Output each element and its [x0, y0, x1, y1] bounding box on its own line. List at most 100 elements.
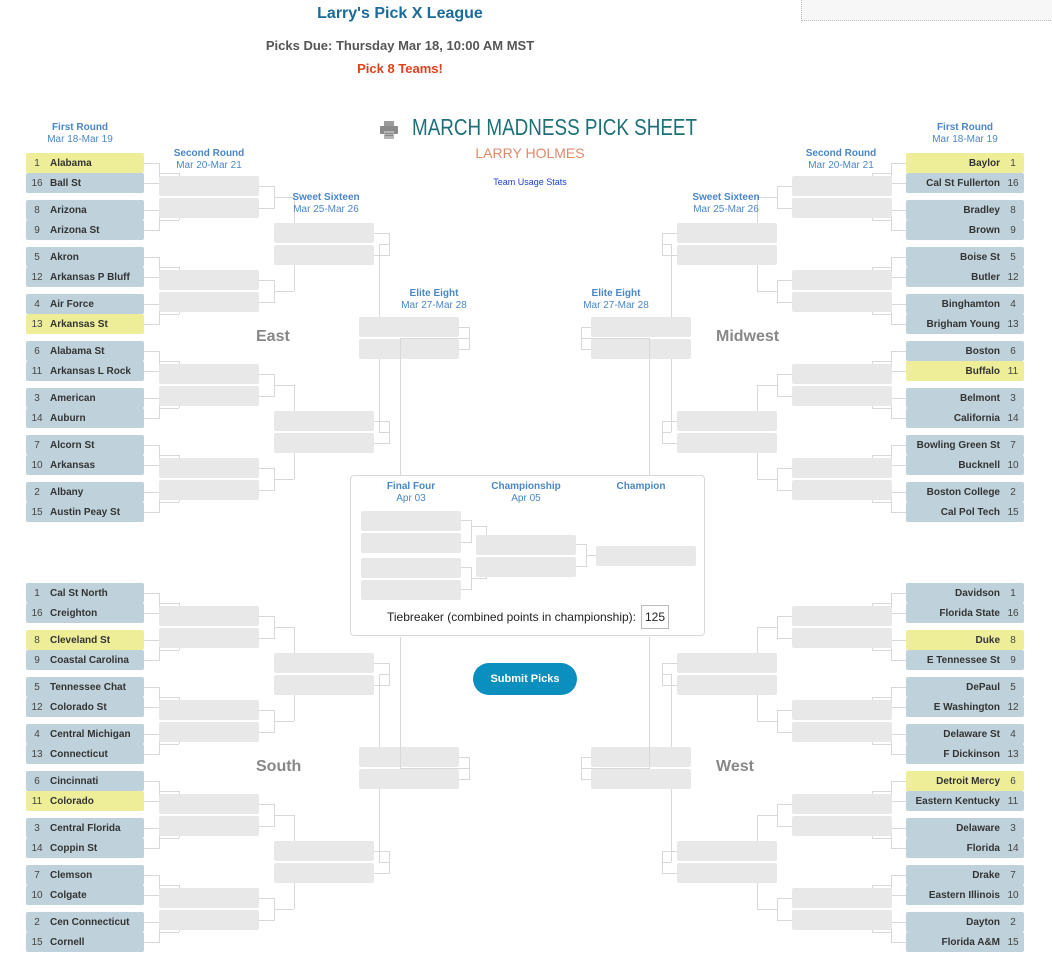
team-entry[interactable]: 13 Arkansas St: [26, 314, 144, 334]
team-entry[interactable]: Buffalo 11: [906, 361, 1024, 381]
team-entry[interactable]: 9 Arizona St: [26, 220, 144, 240]
team-entry[interactable]: Delaware St 4: [906, 724, 1024, 744]
elite-eight-slot[interactable]: [359, 747, 459, 767]
team-entry[interactable]: F Dickinson 13: [906, 744, 1024, 764]
second-round-slot[interactable]: [792, 794, 892, 814]
team-entry[interactable]: DePaul 5: [906, 677, 1024, 697]
second-round-slot[interactable]: [159, 292, 259, 312]
team-entry[interactable]: Duke 8: [906, 630, 1024, 650]
team-entry[interactable]: 5 Tennessee Chat: [26, 677, 144, 697]
team-entry[interactable]: Bowling Green St 7: [906, 435, 1024, 455]
team-entry[interactable]: Drake 7: [906, 865, 1024, 885]
second-round-slot[interactable]: [159, 270, 259, 290]
elite-eight-slot[interactable]: [591, 317, 691, 337]
team-entry[interactable]: Delaware 3: [906, 818, 1024, 838]
second-round-slot[interactable]: [159, 722, 259, 742]
team-entry[interactable]: E Washington 12: [906, 697, 1024, 717]
team-entry[interactable]: 15 Cornell: [26, 932, 144, 952]
second-round-slot[interactable]: [792, 176, 892, 196]
team-entry[interactable]: Cal St Fullerton 16: [906, 173, 1024, 193]
second-round-slot[interactable]: [792, 628, 892, 648]
team-entry[interactable]: 3 Central Florida: [26, 818, 144, 838]
sweet-sixteen-slot[interactable]: [274, 653, 374, 673]
team-entry[interactable]: Bucknell 10: [906, 455, 1024, 475]
team-entry[interactable]: 1 Cal St North: [26, 583, 144, 603]
elite-eight-slot[interactable]: [591, 769, 691, 789]
sweet-sixteen-slot[interactable]: [274, 411, 374, 431]
team-entry[interactable]: Davidson 1: [906, 583, 1024, 603]
sweet-sixteen-slot[interactable]: [274, 245, 374, 265]
sweet-sixteen-slot[interactable]: [677, 411, 777, 431]
team-entry[interactable]: Florida A&M 15: [906, 932, 1024, 952]
elite-eight-slot[interactable]: [591, 747, 691, 767]
second-round-slot[interactable]: [792, 910, 892, 930]
team-entry[interactable]: 1 Alabama: [26, 153, 144, 173]
team-entry[interactable]: 8 Cleveland St: [26, 630, 144, 650]
sweet-sixteen-slot[interactable]: [677, 675, 777, 695]
sweet-sixteen-slot[interactable]: [274, 223, 374, 243]
sweet-sixteen-slot[interactable]: [274, 433, 374, 453]
second-round-slot[interactable]: [792, 888, 892, 908]
second-round-slot[interactable]: [792, 198, 892, 218]
team-entry[interactable]: 12 Arkansas P Bluff: [26, 267, 144, 287]
team-entry[interactable]: 6 Cincinnati: [26, 771, 144, 791]
team-entry[interactable]: 3 American: [26, 388, 144, 408]
team-entry[interactable]: 12 Colorado St: [26, 697, 144, 717]
second-round-slot[interactable]: [159, 480, 259, 500]
team-entry[interactable]: Eastern Kentucky 11: [906, 791, 1024, 811]
second-round-slot[interactable]: [159, 364, 259, 384]
team-entry[interactable]: 16 Ball St: [26, 173, 144, 193]
team-usage-stats-link[interactable]: Team Usage Stats: [440, 177, 620, 187]
second-round-slot[interactable]: [792, 458, 892, 478]
sweet-sixteen-slot[interactable]: [274, 841, 374, 861]
team-entry[interactable]: E Tennessee St 9: [906, 650, 1024, 670]
team-entry[interactable]: 6 Alabama St: [26, 341, 144, 361]
second-round-slot[interactable]: [792, 480, 892, 500]
team-entry[interactable]: Brigham Young 13: [906, 314, 1024, 334]
second-round-slot[interactable]: [792, 700, 892, 720]
sweet-sixteen-slot[interactable]: [677, 245, 777, 265]
tiebreaker-input[interactable]: [641, 605, 670, 629]
second-round-slot[interactable]: [159, 198, 259, 218]
team-entry[interactable]: 11 Arkansas L Rock: [26, 361, 144, 381]
second-round-slot[interactable]: [792, 292, 892, 312]
team-entry[interactable]: 14 Auburn: [26, 408, 144, 428]
final-four-slot[interactable]: [361, 558, 461, 578]
team-entry[interactable]: 4 Air Force: [26, 294, 144, 314]
second-round-slot[interactable]: [792, 364, 892, 384]
team-entry[interactable]: Brown 9: [906, 220, 1024, 240]
team-entry[interactable]: Baylor 1: [906, 153, 1024, 173]
second-round-slot[interactable]: [159, 816, 259, 836]
team-entry[interactable]: California 14: [906, 408, 1024, 428]
second-round-slot[interactable]: [159, 888, 259, 908]
team-entry[interactable]: 14 Coppin St: [26, 838, 144, 858]
team-entry[interactable]: 8 Arizona: [26, 200, 144, 220]
second-round-slot[interactable]: [792, 606, 892, 626]
elite-eight-slot[interactable]: [359, 339, 459, 359]
second-round-slot[interactable]: [159, 458, 259, 478]
team-entry[interactable]: Bradley 8: [906, 200, 1024, 220]
team-entry[interactable]: Florida 14: [906, 838, 1024, 858]
submit-picks-button[interactable]: Submit Picks: [473, 663, 577, 695]
team-entry[interactable]: 7 Clemson: [26, 865, 144, 885]
team-entry[interactable]: Dayton 2: [906, 912, 1024, 932]
team-entry[interactable]: Florida State 16: [906, 603, 1024, 623]
final-four-slot[interactable]: [361, 511, 461, 531]
team-entry[interactable]: Boise St 5: [906, 247, 1024, 267]
championship-slot[interactable]: [476, 557, 576, 577]
team-entry[interactable]: 15 Austin Peay St: [26, 502, 144, 522]
sweet-sixteen-slot[interactable]: [677, 653, 777, 673]
team-entry[interactable]: 11 Colorado: [26, 791, 144, 811]
second-round-slot[interactable]: [159, 386, 259, 406]
sweet-sixteen-slot[interactable]: [677, 433, 777, 453]
second-round-slot[interactable]: [159, 794, 259, 814]
team-entry[interactable]: 13 Connecticut: [26, 744, 144, 764]
sweet-sixteen-slot[interactable]: [677, 863, 777, 883]
team-entry[interactable]: 4 Central Michigan: [26, 724, 144, 744]
second-round-slot[interactable]: [159, 176, 259, 196]
second-round-slot[interactable]: [159, 628, 259, 648]
team-entry[interactable]: Detroit Mercy 6: [906, 771, 1024, 791]
championship-slot[interactable]: [476, 535, 576, 555]
team-entry[interactable]: 9 Coastal Carolina: [26, 650, 144, 670]
team-entry[interactable]: Belmont 3: [906, 388, 1024, 408]
